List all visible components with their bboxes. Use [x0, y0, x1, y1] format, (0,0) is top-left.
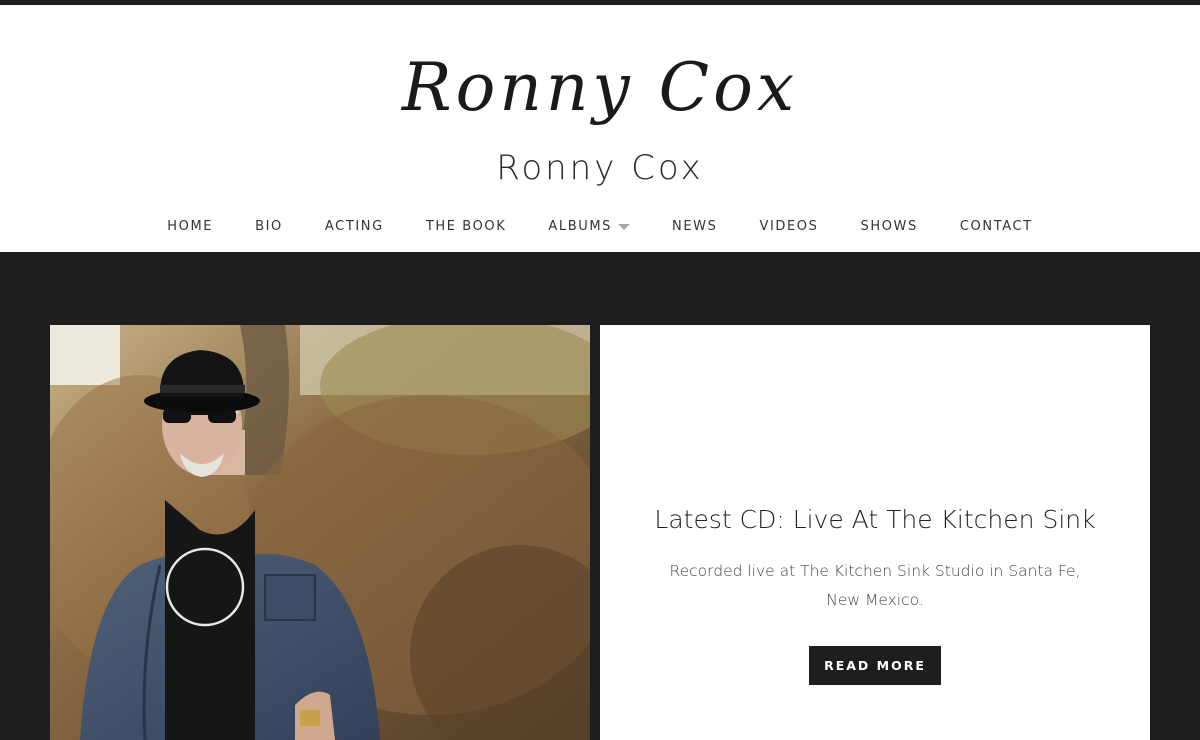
- nav-label: HOME: [167, 218, 214, 234]
- feature-title[interactable]: Latest CD: Live At The Kitchen Sink: [600, 505, 1150, 534]
- site-title[interactable]: Ronny Cox: [0, 145, 1200, 191]
- read-more-button[interactable]: READ MORE: [809, 646, 941, 685]
- site-logo[interactable]: Ronny Cox: [0, 43, 1200, 133]
- site-header: Ronny Cox Ronny Cox HOME BIO ACTING THE …: [0, 5, 1200, 252]
- nav-label: ALBUMS: [548, 218, 612, 234]
- nav-item-acting[interactable]: ACTING: [304, 219, 405, 234]
- artist-photo-image: [50, 325, 590, 740]
- nav-item-albums[interactable]: ALBUMS: [527, 219, 651, 234]
- nav-item-contact[interactable]: CONTACT: [939, 219, 1054, 234]
- nav-label: THE BOOK: [425, 218, 507, 234]
- nav-label: BIO: [255, 218, 283, 234]
- nav-item-home[interactable]: HOME: [146, 219, 234, 234]
- nav-label: VIDEOS: [759, 218, 819, 234]
- nav-label: NEWS: [672, 218, 718, 234]
- main-nav: HOME BIO ACTING THE BOOK ALBUMS NEWS VID…: [0, 209, 1200, 243]
- nav-item-news[interactable]: NEWS: [651, 219, 738, 234]
- nav-label: SHOWS: [860, 218, 918, 234]
- nav-item-bio[interactable]: BIO: [234, 219, 304, 234]
- nav-item-the-book[interactable]: THE BOOK: [405, 219, 528, 234]
- nav-item-videos[interactable]: VIDEOS: [738, 219, 839, 234]
- chevron-down-icon: [618, 223, 630, 230]
- nav-label: CONTACT: [959, 218, 1033, 234]
- feature-card: Latest CD: Live At The Kitchen Sink Reco…: [600, 325, 1150, 740]
- nav-label: ACTING: [324, 218, 384, 234]
- feature-photo: [50, 325, 590, 740]
- nav-item-shows[interactable]: SHOWS: [840, 219, 939, 234]
- feature-description: Recorded live at The Kitchen Sink Studio…: [669, 562, 1081, 609]
- main-content: Latest CD: Live At The Kitchen Sink Reco…: [0, 252, 1200, 740]
